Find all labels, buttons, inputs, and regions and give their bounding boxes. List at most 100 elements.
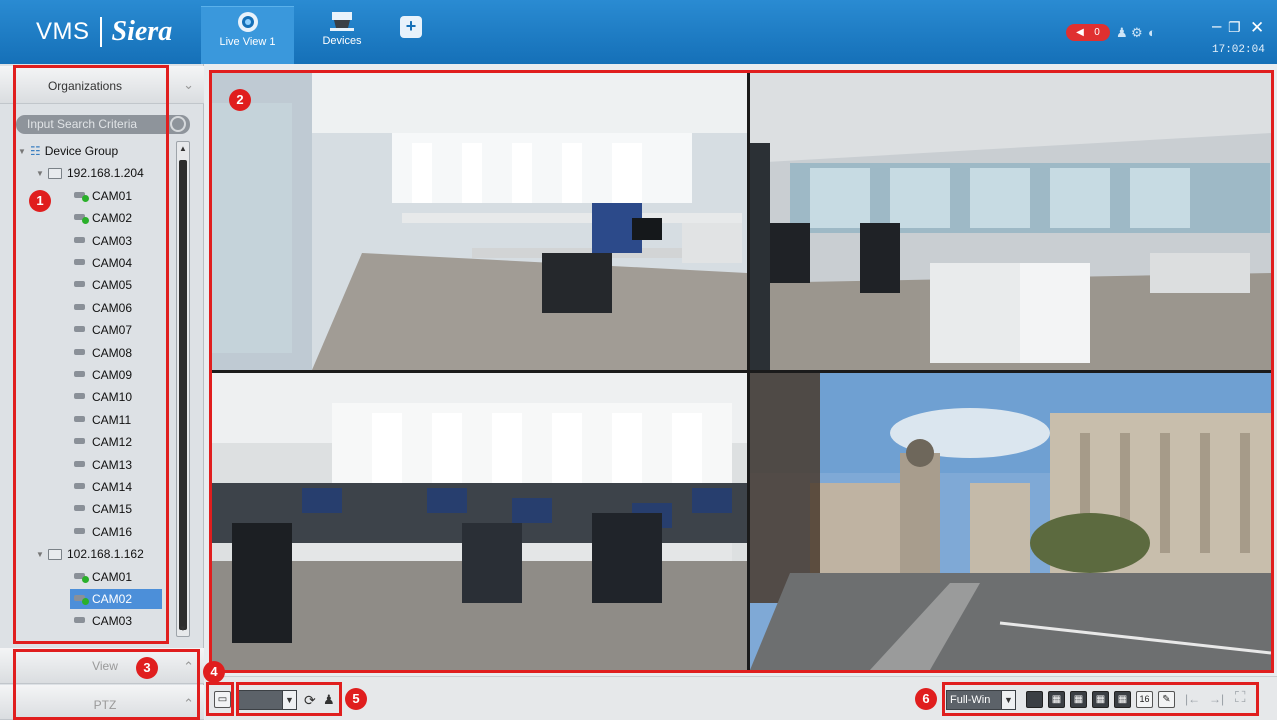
tree-camera-item[interactable]: CAM01 bbox=[74, 186, 132, 206]
camera-icon bbox=[74, 437, 89, 447]
tree-camera-item[interactable]: CAM04 bbox=[74, 253, 132, 273]
chevron-down-icon[interactable]: ▼ bbox=[282, 691, 296, 709]
expand-arrow-icon[interactable]: ▼ bbox=[36, 550, 48, 559]
camera-label: CAM04 bbox=[92, 256, 133, 270]
camera-icon bbox=[74, 460, 89, 470]
video-tile-4[interactable] bbox=[750, 373, 1271, 670]
camera-label: CAM16 bbox=[92, 525, 133, 539]
tree-camera-item[interactable]: CAM02 bbox=[70, 589, 163, 609]
expand-arrow-icon[interactable]: ▼ bbox=[18, 147, 30, 156]
search-input[interactable]: Input Search Criteria bbox=[16, 115, 190, 134]
ptz-header[interactable]: PTZ ⌃ bbox=[0, 685, 204, 720]
tree-camera-item[interactable]: CAM05 bbox=[74, 275, 132, 295]
camera-label: CAM02 bbox=[92, 592, 133, 606]
edit-layout-icon[interactable]: ✎ bbox=[1158, 691, 1175, 708]
performance-icon[interactable]: ◐ bbox=[1148, 25, 1156, 40]
refresh-icon[interactable]: ⟳ bbox=[304, 692, 316, 709]
tree-camera-item[interactable]: CAM11 bbox=[74, 410, 131, 430]
camera-icon bbox=[74, 280, 89, 290]
chevron-down-icon[interactable]: ⌄ bbox=[183, 77, 194, 93]
scroll-thumb[interactable] bbox=[179, 160, 187, 630]
device-label: 192.168.1.204 bbox=[67, 166, 144, 180]
minimize-button[interactable]: – bbox=[1212, 16, 1221, 36]
camera-icon bbox=[74, 392, 89, 402]
layout-8-icon[interactable]: ▦ bbox=[1092, 691, 1109, 708]
tree-camera-item[interactable]: CAM01 bbox=[74, 567, 132, 587]
user-icon[interactable]: ♟ bbox=[1116, 25, 1128, 41]
clock: 17:02:04 bbox=[1212, 44, 1265, 56]
chevron-down-icon[interactable]: ▼ bbox=[1001, 691, 1015, 709]
expand-arrow-icon[interactable]: ▼ bbox=[36, 169, 48, 178]
tab-devices[interactable]: Devices bbox=[312, 6, 372, 64]
tree-camera-item[interactable]: CAM12 bbox=[74, 432, 132, 452]
search-icon[interactable] bbox=[170, 116, 186, 132]
video-tile-1[interactable] bbox=[212, 73, 747, 370]
camera-label: CAM01 bbox=[92, 189, 133, 203]
camera-icon bbox=[74, 191, 89, 202]
camera-lens-icon bbox=[237, 12, 258, 32]
next-page-icon[interactable]: →| bbox=[1209, 692, 1224, 706]
tree-root-device-group[interactable]: ▼ ☷ Device Group bbox=[18, 141, 118, 161]
tree-camera-item[interactable]: CAM13 bbox=[74, 455, 132, 475]
layout-1-icon[interactable] bbox=[1026, 691, 1043, 708]
tree-camera-item[interactable]: CAM03 bbox=[74, 231, 132, 251]
view-select[interactable]: ▼ bbox=[237, 690, 297, 710]
ptz-label: PTZ bbox=[93, 698, 117, 712]
camera-icon bbox=[74, 594, 89, 605]
layout-9-icon[interactable]: ▦ bbox=[1114, 691, 1131, 708]
camera-icon bbox=[74, 348, 89, 358]
organizations-label: Organizations bbox=[47, 79, 123, 93]
camera-icon bbox=[74, 303, 89, 313]
layout-4-icon[interactable]: ▦ bbox=[1048, 691, 1065, 708]
office-camera-feed bbox=[212, 73, 747, 370]
camera-label: CAM05 bbox=[92, 278, 133, 292]
tree-camera-item[interactable]: CAM14 bbox=[74, 477, 132, 497]
brand-siera: Siera bbox=[111, 16, 173, 47]
tree-camera-item[interactable]: CAM07 bbox=[74, 320, 132, 340]
restore-button[interactable]: ❐ bbox=[1228, 19, 1241, 36]
tree-scrollbar[interactable]: ▲ ▼ bbox=[176, 141, 190, 637]
chevron-up-icon[interactable]: ⌃ bbox=[183, 696, 194, 712]
camera-icon bbox=[74, 616, 89, 626]
camera-label: CAM07 bbox=[92, 323, 133, 337]
camera-label: CAM13 bbox=[92, 458, 133, 472]
camera-icon bbox=[74, 325, 89, 335]
search-placeholder: Input Search Criteria bbox=[27, 117, 138, 131]
layout-16-button[interactable]: 16 bbox=[1136, 691, 1153, 708]
alarm-counter[interactable]: ◀ 0 bbox=[1066, 24, 1110, 41]
tree-camera-item[interactable]: CAM15 bbox=[74, 499, 132, 519]
tree-camera-item[interactable]: CAM02 bbox=[74, 208, 132, 228]
callout-3: 3 bbox=[136, 657, 158, 679]
fullscreen-icon[interactable]: ⛶ bbox=[1235, 689, 1246, 706]
save-view-icon[interactable]: ▭ bbox=[214, 691, 231, 708]
tree-camera-item[interactable]: CAM10 bbox=[74, 387, 132, 407]
window-mode-select[interactable]: Full-Win ▼ bbox=[946, 690, 1016, 710]
tree-camera-item[interactable]: CAM06 bbox=[74, 298, 132, 318]
tree-camera-item[interactable]: CAM16 bbox=[74, 522, 132, 542]
close-button[interactable]: ✕ bbox=[1250, 18, 1264, 38]
add-tab-button[interactable]: + bbox=[400, 16, 422, 38]
camera-icon bbox=[74, 213, 89, 224]
previous-page-icon[interactable]: |← bbox=[1185, 692, 1200, 706]
tree-camera-item[interactable]: CAM09 bbox=[74, 365, 132, 385]
layout-6-icon[interactable]: ▦ bbox=[1070, 691, 1087, 708]
tree-camera-item[interactable]: CAM03 bbox=[74, 611, 132, 631]
view-header[interactable]: View ⌃ bbox=[0, 648, 204, 684]
camera-label: CAM01 bbox=[92, 570, 133, 584]
chevron-up-icon[interactable]: ⌃ bbox=[183, 659, 194, 675]
nvr-device-icon bbox=[48, 548, 62, 560]
nvr-device-icon bbox=[48, 167, 62, 179]
video-tile-3[interactable] bbox=[212, 373, 747, 670]
gear-icon[interactable]: ⚙ bbox=[1131, 25, 1143, 41]
organizations-header[interactable]: Organizations ⌄ bbox=[0, 66, 204, 104]
tree-camera-item[interactable]: CAM08 bbox=[74, 343, 132, 363]
scroll-up-arrow[interactable]: ▲ bbox=[177, 142, 189, 156]
user-view-icon[interactable]: ♟ bbox=[323, 692, 335, 708]
callout-4: 4 bbox=[203, 661, 225, 683]
video-tile-2[interactable] bbox=[750, 73, 1271, 370]
tree-device[interactable]: ▼ 102.168.1.162 bbox=[36, 544, 144, 564]
tree-device[interactable]: ▼ 192.168.1.204 bbox=[36, 163, 144, 183]
camera-icon bbox=[74, 527, 89, 537]
scroll-down-arrow[interactable]: ▼ bbox=[177, 622, 189, 636]
tab-live-view-1[interactable]: Live View 1 bbox=[201, 6, 294, 64]
